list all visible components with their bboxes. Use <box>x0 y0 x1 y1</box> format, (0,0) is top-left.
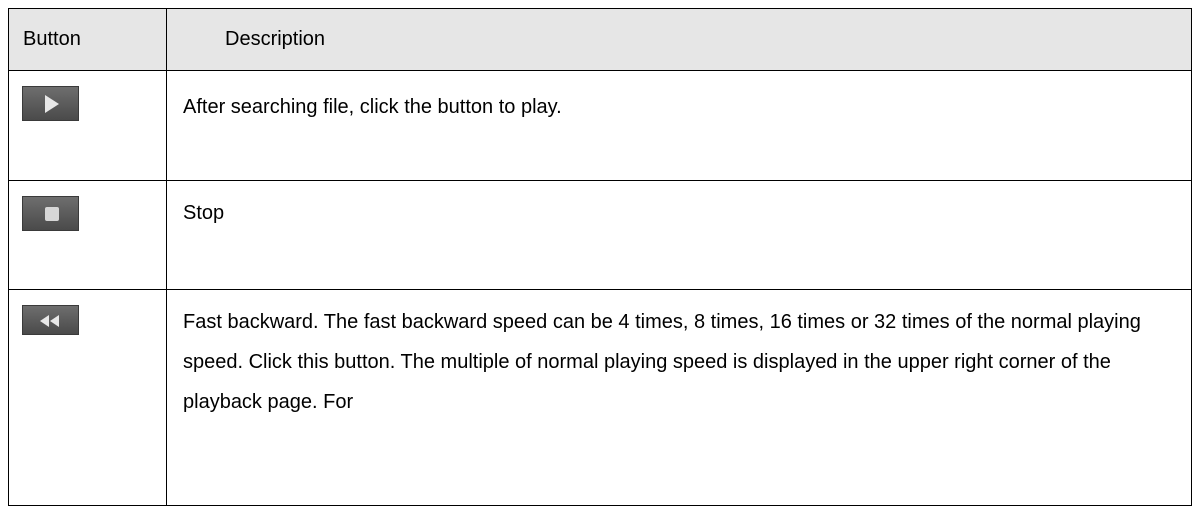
button-cell <box>8 70 167 181</box>
header-description: Description <box>166 8 1192 71</box>
button-cell <box>8 289 167 506</box>
fast-backward-icon <box>22 305 79 335</box>
description-cell: After searching file, click the button t… <box>166 70 1192 181</box>
button-description-table: Button Description After searching file,… <box>8 8 1192 506</box>
table-row: Stop <box>8 180 1192 290</box>
description-cell: Fast backward. The fast backward speed c… <box>166 289 1192 506</box>
button-cell <box>8 180 167 290</box>
table-header-row: Button Description <box>8 8 1192 71</box>
play-icon <box>22 86 79 121</box>
table-row: Fast backward. The fast backward speed c… <box>8 289 1192 506</box>
stop-icon <box>22 196 79 231</box>
description-cell: Stop <box>166 180 1192 290</box>
table-row: After searching file, click the button t… <box>8 70 1192 181</box>
header-button: Button <box>8 8 167 71</box>
